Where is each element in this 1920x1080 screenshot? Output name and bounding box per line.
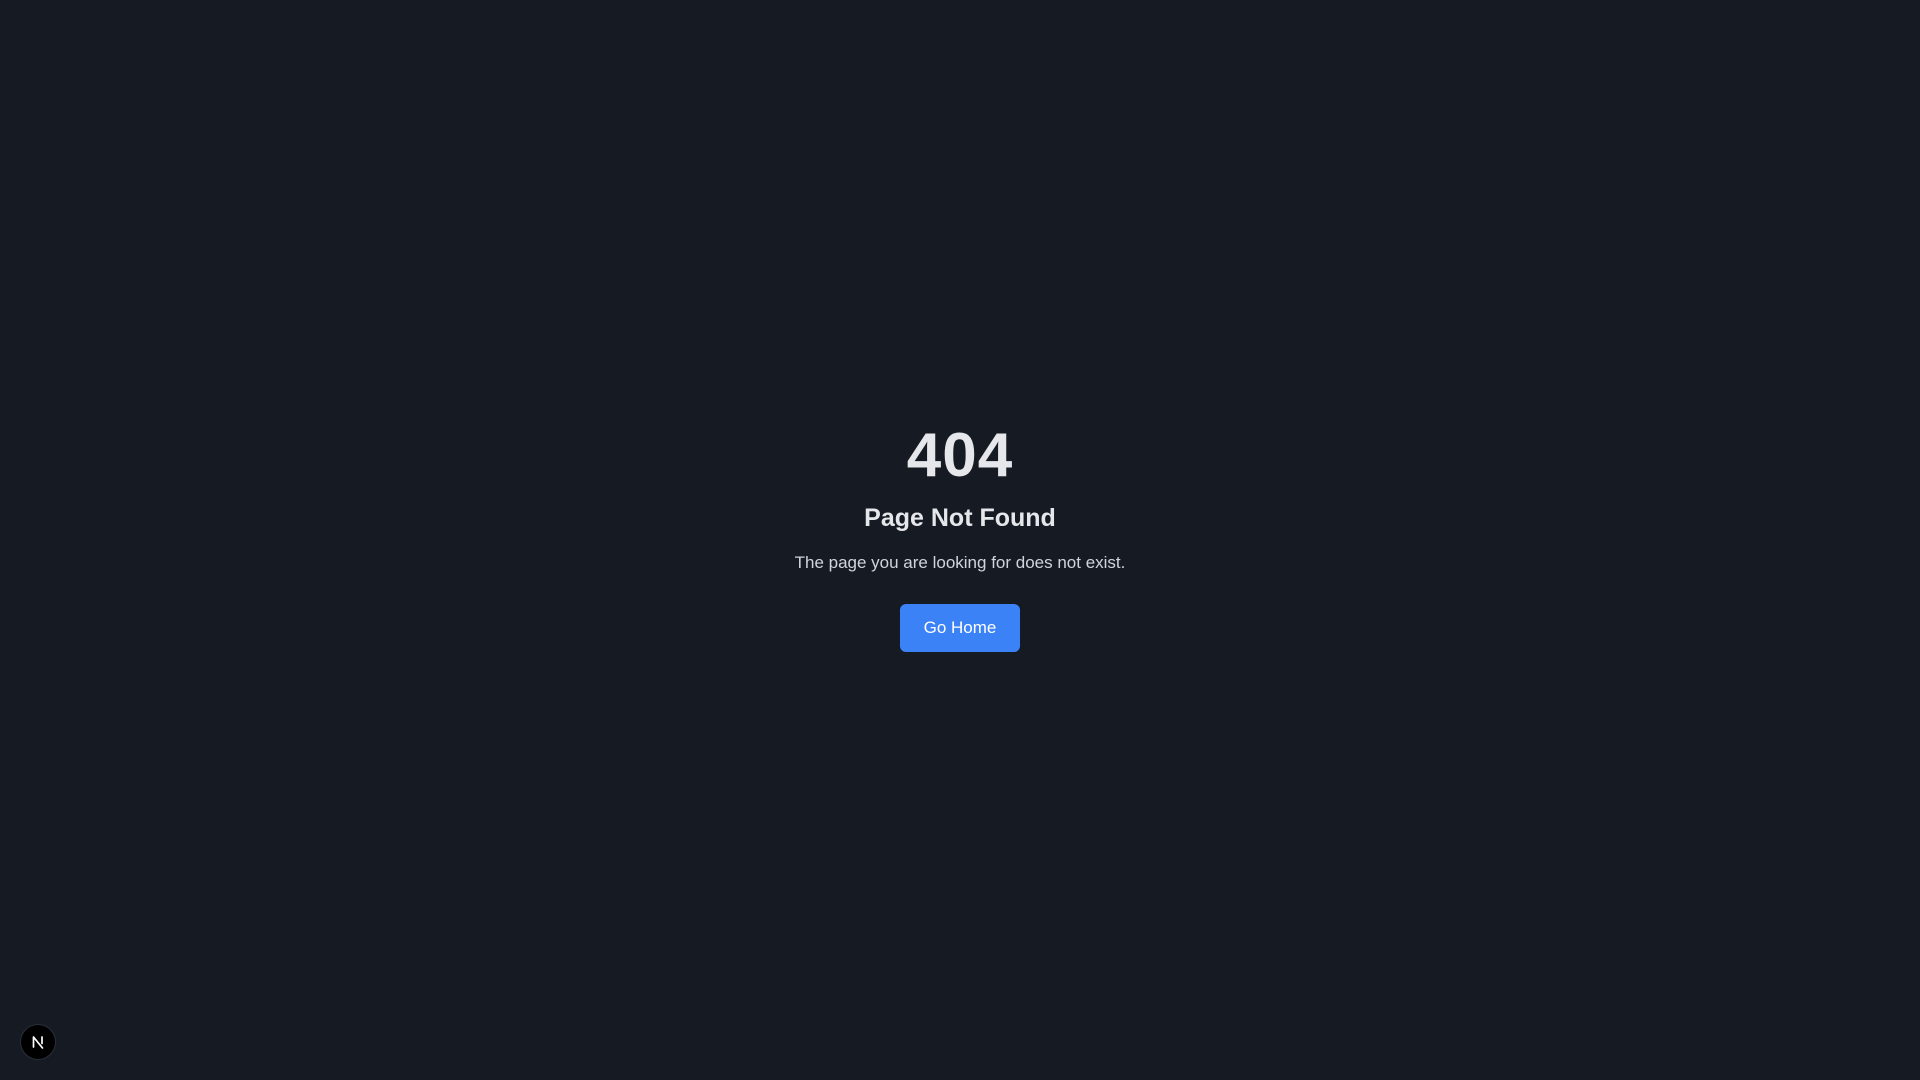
go-home-button[interactable]: Go Home <box>900 604 1020 652</box>
page-title: Page Not Found <box>864 504 1056 532</box>
not-found-page: 404 Page Not Found The page you are look… <box>0 0 1920 1080</box>
nextjs-logo-icon <box>30 1034 46 1050</box>
error-message: The page you are looking for does not ex… <box>794 553 1126 572</box>
error-code: 404 <box>906 421 1014 490</box>
nextjs-dev-badge[interactable] <box>21 1025 55 1059</box>
not-found-content: 404 Page Not Found The page you are look… <box>0 424 1920 652</box>
